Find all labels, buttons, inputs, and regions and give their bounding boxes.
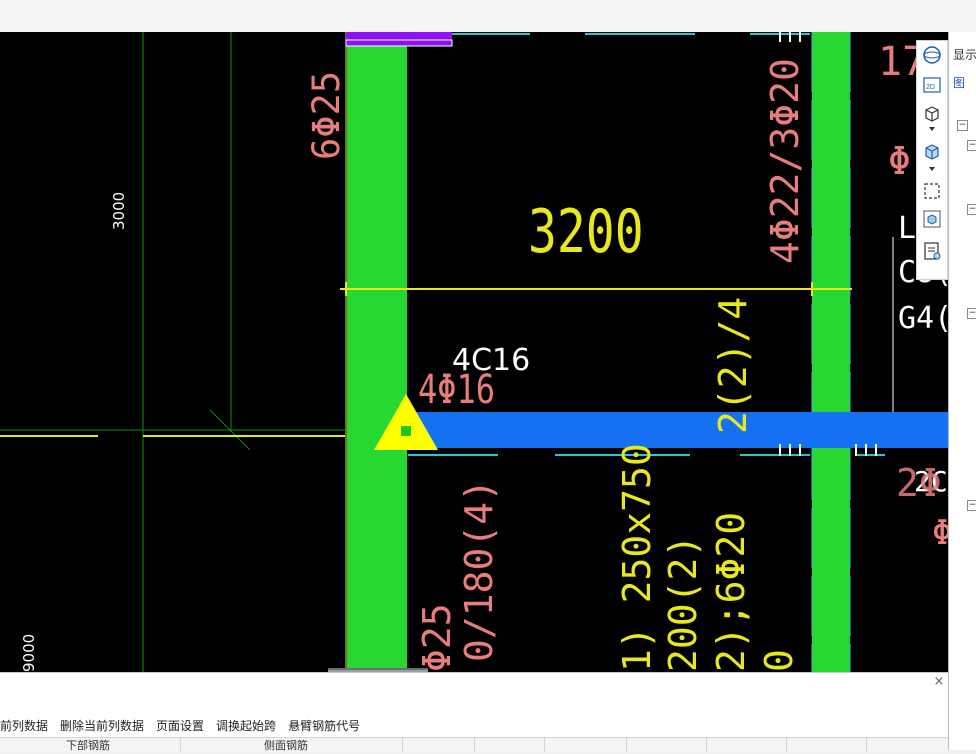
cad-drawing-canvas[interactable]: 3000 9000 6Φ25 3200 4Φ22/3Φ20 17 Φ L C8(… [0,32,948,672]
cube-view-icon[interactable] [920,207,944,231]
column-left-rebar-label: 6Φ25 [305,70,348,160]
properties-icon[interactable] [920,239,944,263]
beam-vert-label-d: 2);6Φ20 [709,511,753,672]
dropdown-arrow-icon[interactable] [920,163,944,175]
column-right-rebar-label: 4Φ22/3Φ20 [763,58,807,264]
partial-label-phi: Φ [888,139,911,183]
beam-selected[interactable] [408,412,948,448]
dim-label-9000: 9000 [20,633,38,672]
tree-collapse-button[interactable]: − [967,140,976,151]
sphere-icon[interactable] [920,43,944,67]
swap-start-span-button[interactable]: 调换起始跨 [210,717,282,734]
3d-box-icon[interactable] [920,101,944,125]
page-setup-button[interactable]: 页面设置 [150,717,210,734]
selection-marker[interactable] [346,32,452,46]
tree-collapse-button[interactable]: − [957,120,968,131]
partial-label-G4: G4( [898,301,948,336]
column-left[interactable] [347,40,407,672]
tree-collapse-button[interactable]: − [967,308,976,319]
panel-tab-display[interactable]: 显示 [953,46,976,63]
column-right[interactable] [812,32,850,672]
tree-collapse-button[interactable]: − [967,500,976,511]
top-toolbar-strip [0,0,976,33]
beam-vert-label-b: 1) 250x750 [615,443,659,672]
beam-ident-red: 4Φ16 [418,367,496,413]
beam-vert-label-a: 2(2)/4 [711,296,755,434]
right-side-panel: 显示 图 − − − − − [948,32,976,750]
beam-vert-label-c: 200(2) [661,534,705,672]
beam-vert-label-e: 0 [757,649,801,672]
left-vert-label-b: Φ25 [415,603,459,672]
svg-text:2D: 2D [926,84,935,91]
right-label-2phi: 2Φ [896,461,942,505]
insert-column-button[interactable]: 前列数据 [0,717,54,734]
view-toolbar: 2D [916,40,948,280]
beam-span-label: 3200 [528,197,644,267]
rebar-table-toolbar: 前列数据 删除当前列数据 页面设置 调换起始跨 悬臂钢筋代号 [0,713,366,737]
right-label-phi-bottom: Φ [932,513,948,553]
left-vert-label-a: 0/180(4) [457,478,501,662]
2d-view-icon[interactable]: 2D [920,73,944,97]
rebar-table-panel: × 前列数据 删除当前列数据 页面设置 调换起始跨 悬臂钢筋代号 下部钢筋 侧面… [0,672,948,752]
tree-collapse-button[interactable]: − [967,204,976,215]
partial-label-L: L [898,211,917,246]
close-icon[interactable]: × [932,675,946,689]
dim-label-3000: 3000 [110,191,128,230]
dropdown-arrow-icon[interactable] [920,123,944,135]
3d-box-blue-icon[interactable] [920,139,944,163]
cantilever-rebar-code-button[interactable]: 悬臂钢筋代号 [282,717,366,734]
select-region-icon[interactable] [920,179,944,203]
panel-tab-layers[interactable]: 图 [953,74,965,91]
delete-column-button[interactable]: 删除当前列数据 [54,717,150,734]
